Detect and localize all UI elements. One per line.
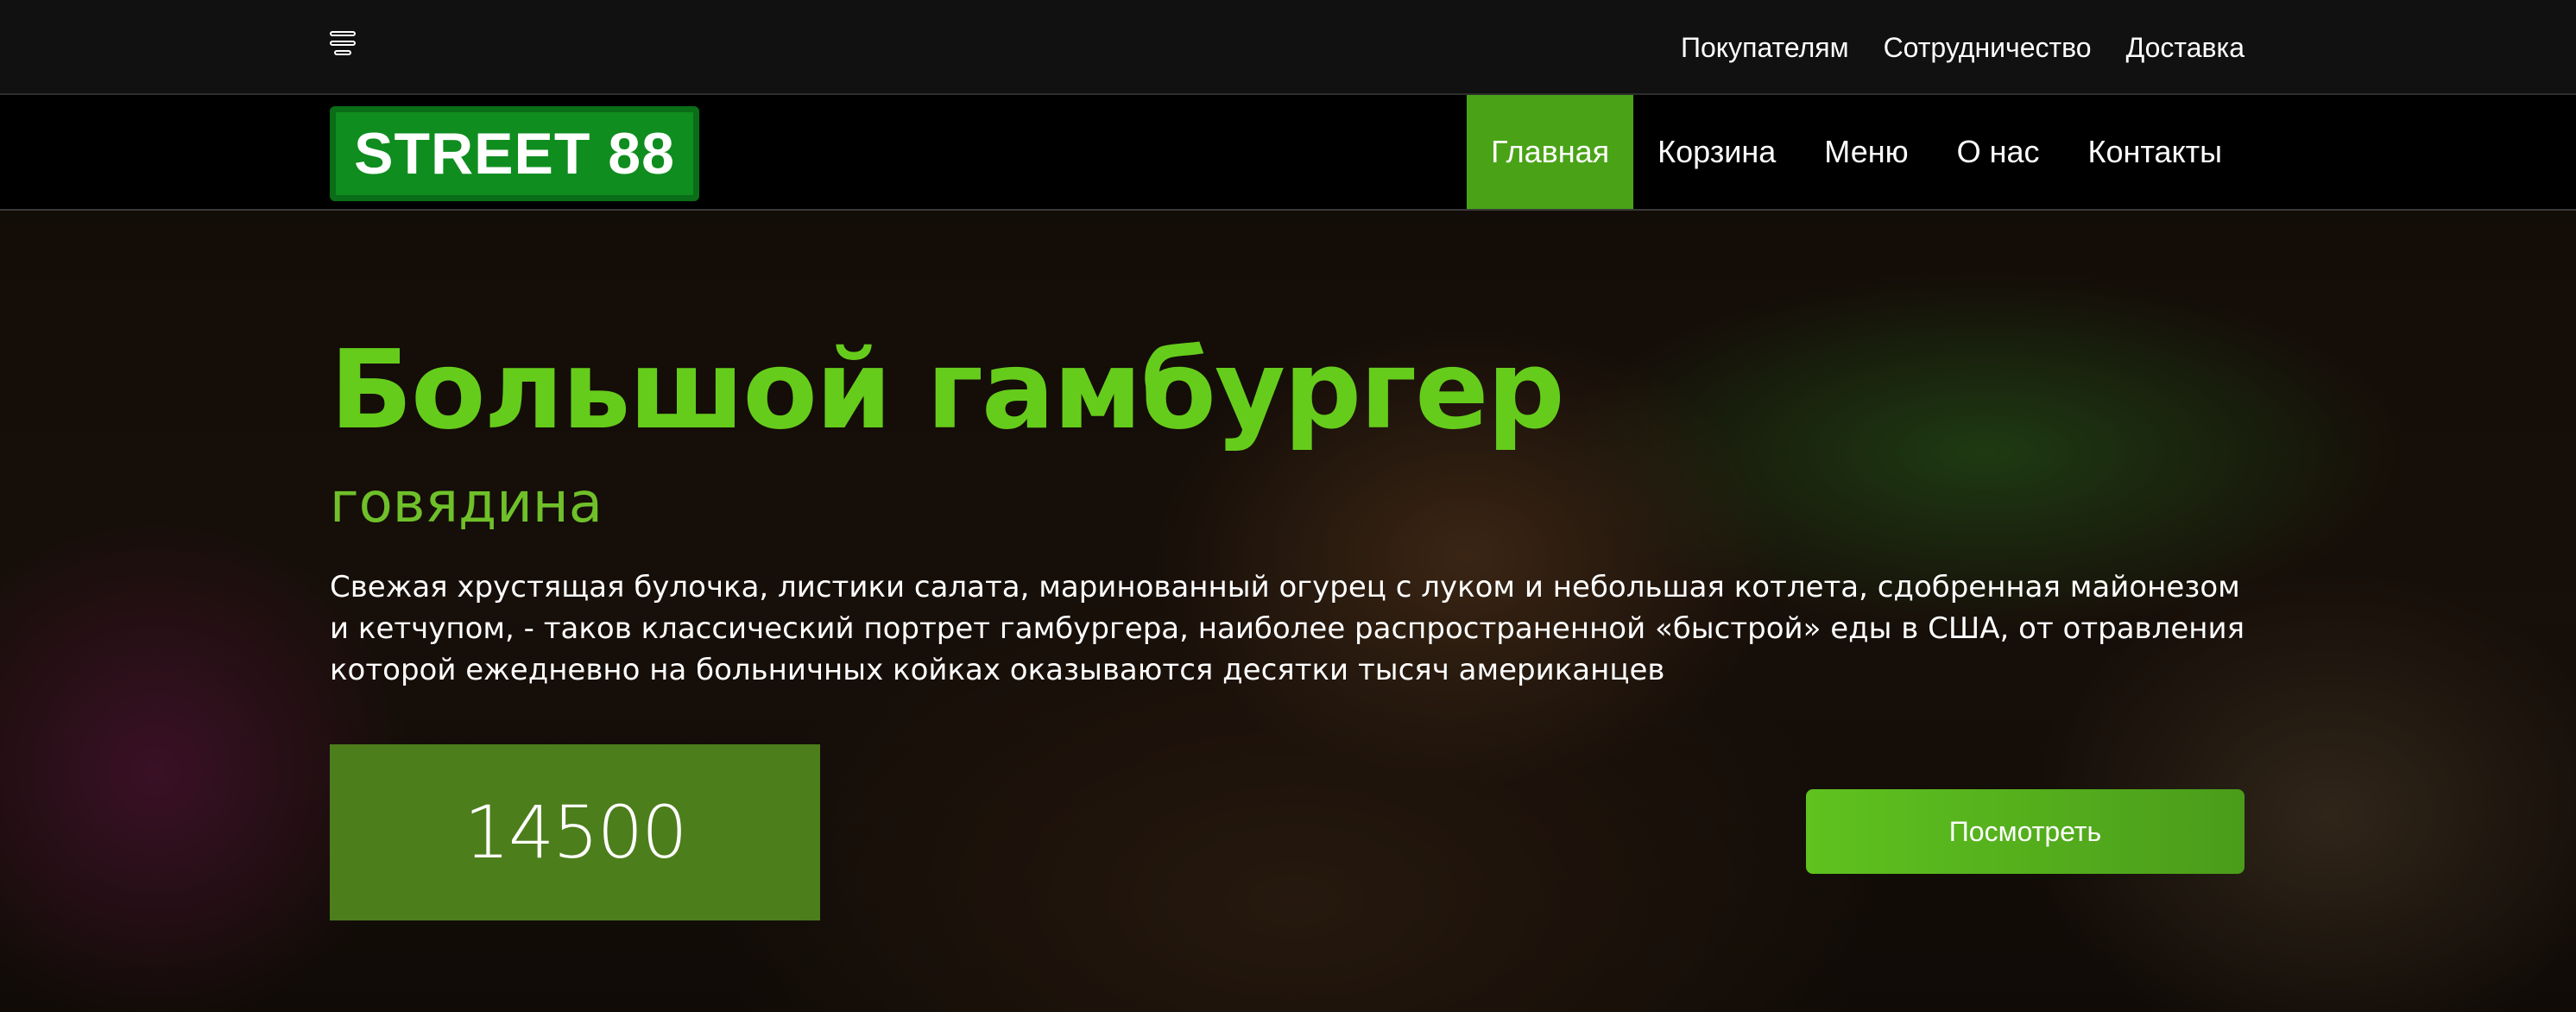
hero-title: Большой гамбургер xyxy=(330,326,1565,453)
price-value: 14500 xyxy=(464,790,687,875)
view-button-label: Посмотреть xyxy=(1948,815,2102,847)
hero-description: Свежая хрустящая булочка, листики салата… xyxy=(330,570,2245,687)
nav-item-about[interactable]: О нас xyxy=(1933,95,2064,209)
nav-item-home[interactable]: Главная xyxy=(1467,95,1634,209)
price-box: 14500 xyxy=(330,744,820,920)
burger-menu-icon[interactable] xyxy=(330,31,359,62)
link-customers[interactable]: Покупателям xyxy=(1681,32,1849,64)
nav-item-cart[interactable]: Корзина xyxy=(1633,95,1800,209)
nav-item-contacts[interactable]: Контакты xyxy=(2064,95,2247,209)
link-delivery[interactable]: Доставка xyxy=(2126,32,2245,64)
top-utility-bar: Покупателям Сотрудничество Доставка xyxy=(0,0,2576,95)
logo-text: STREET 88 xyxy=(354,121,675,187)
main-nav: Главная Корзина Меню О нас Контакты xyxy=(1467,95,2246,209)
hero-content: Большой гамбургер говядина Свежая хрустя… xyxy=(330,211,2246,1012)
hero-banner: Большой гамбургер говядина Свежая хрустя… xyxy=(0,211,2576,1012)
main-navbar: STREET 88 Главная Корзина Меню О нас Кон… xyxy=(0,95,2576,211)
nav-item-menu[interactable]: Меню xyxy=(1800,95,1932,209)
utility-links: Покупателям Сотрудничество Доставка xyxy=(1646,0,2245,95)
link-cooperation[interactable]: Сотрудничество xyxy=(1884,32,2092,64)
hero-subtitle: говядина xyxy=(330,471,603,535)
view-button[interactable]: Посмотреть xyxy=(1806,789,2245,874)
logo[interactable]: STREET 88 xyxy=(330,106,699,201)
